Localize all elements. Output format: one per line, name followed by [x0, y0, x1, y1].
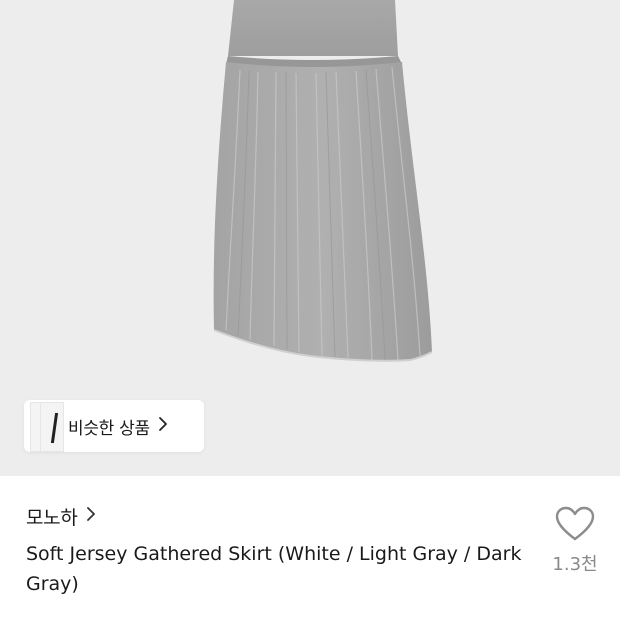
- like-count: 1.3천: [552, 554, 598, 575]
- similar-products-label: 비슷한 상품: [68, 418, 150, 439]
- brand-link[interactable]: 모노하: [26, 502, 96, 530]
- like-button[interactable]: 1.3천: [548, 506, 602, 576]
- similar-products-thumbnails: [24, 400, 64, 452]
- brand-name: 모노하: [26, 506, 78, 529]
- product-image[interactable]: 비슷한 상품: [0, 0, 620, 476]
- similar-thumbnail: [40, 402, 64, 452]
- similar-products-button[interactable]: 비슷한 상품: [24, 400, 204, 452]
- chevron-right-icon: [86, 505, 96, 527]
- chevron-right-icon: [158, 416, 168, 437]
- product-title: Soft Jersey Gathered Skirt (White / Ligh…: [26, 543, 522, 595]
- heart-outline-icon: [555, 506, 595, 541]
